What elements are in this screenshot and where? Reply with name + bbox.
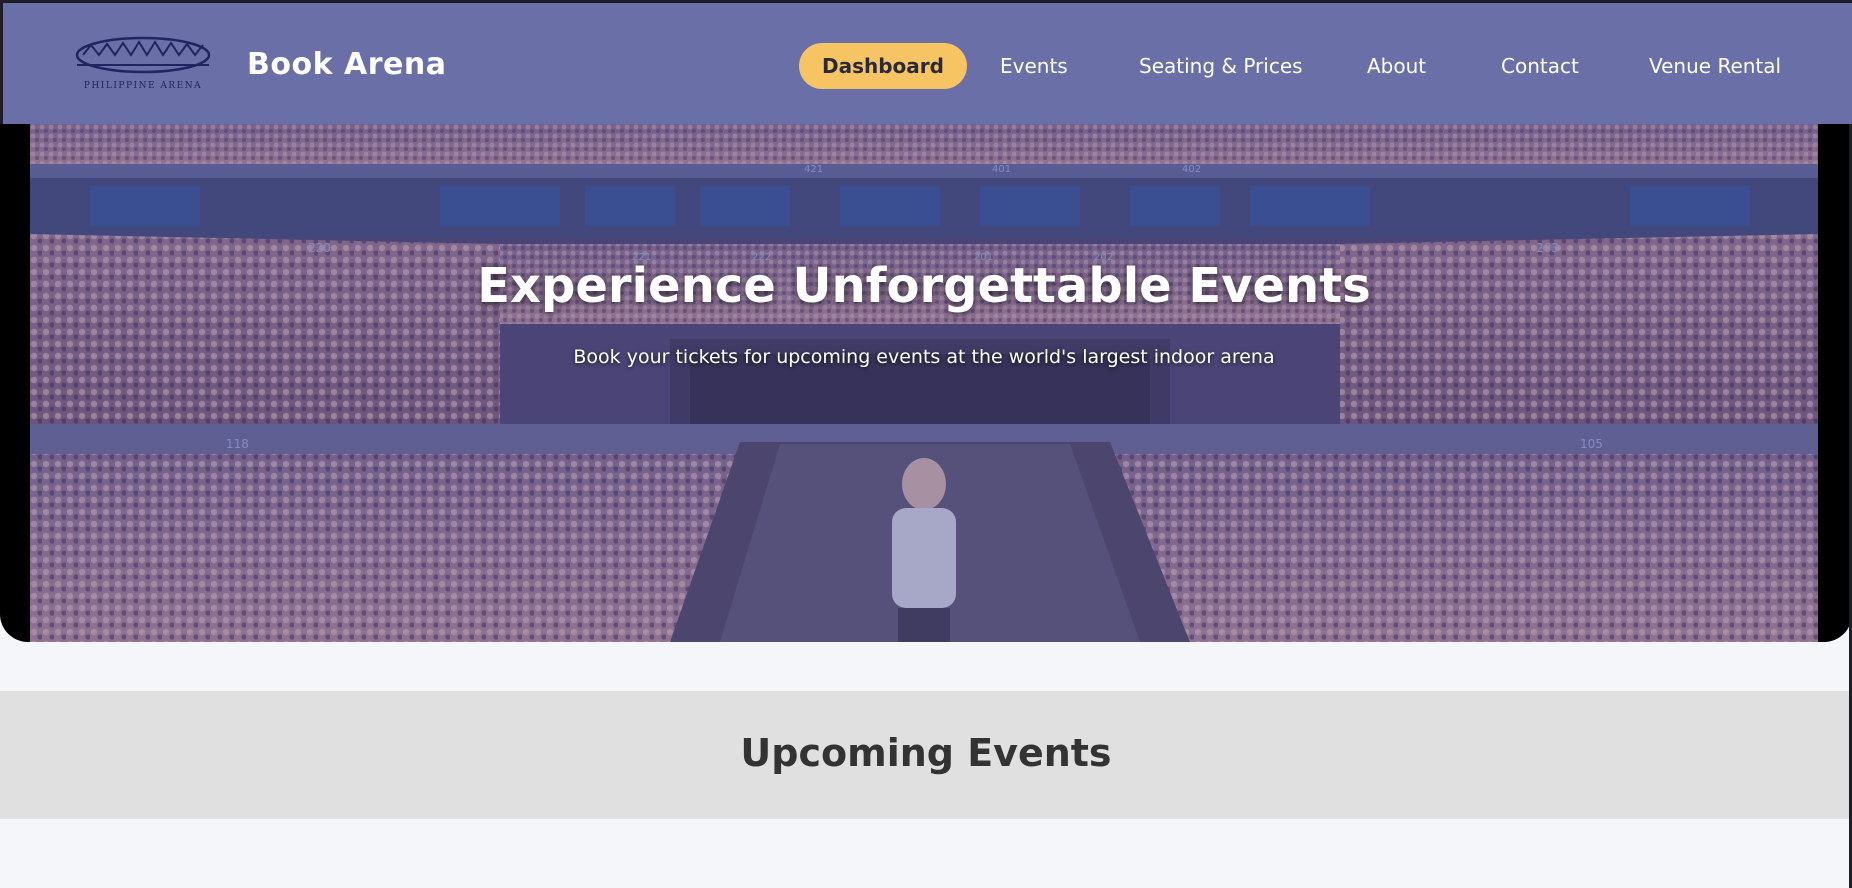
site-header: PHILIPPINE ARENA Book Arena Dashboard Ev… [0, 0, 1852, 124]
hero-title: Experience Unforgettable Events [477, 258, 1371, 314]
upcoming-events-section: Upcoming Events [0, 691, 1852, 819]
nav-about[interactable]: About [1367, 43, 1426, 89]
nav-contact[interactable]: Contact [1501, 43, 1579, 89]
nav-events[interactable]: Events [1000, 43, 1068, 89]
nav-seating-prices[interactable]: Seating & Prices [1139, 43, 1303, 89]
hero-banner: 220 221 222 201 202 203 118 105 421 401 … [30, 124, 1818, 642]
nav-venue-rental[interactable]: Venue Rental [1649, 43, 1781, 89]
nav-dashboard[interactable]: Dashboard [799, 43, 967, 89]
page: PHILIPPINE ARENA Book Arena Dashboard Ev… [0, 0, 1852, 888]
hero-overlay [30, 124, 1818, 642]
upcoming-events-title: Upcoming Events [740, 731, 1112, 775]
main-nav: Dashboard Events Seating & Prices About … [3, 43, 1852, 91]
hero-section: 220 221 222 201 202 203 118 105 421 401 … [0, 124, 1852, 642]
hero-subtitle: Book your tickets for upcoming events at… [573, 346, 1275, 368]
